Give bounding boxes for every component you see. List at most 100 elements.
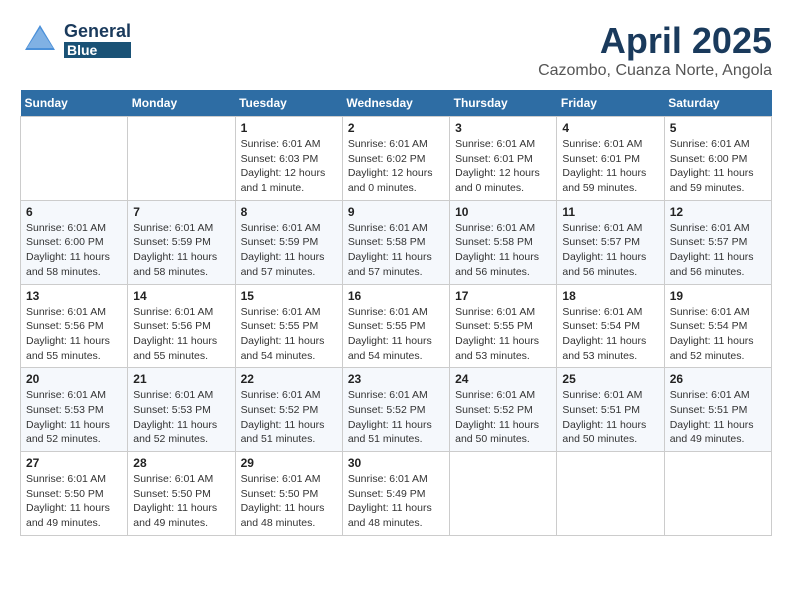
day-number: 7 bbox=[133, 205, 229, 219]
calendar-day-header: Friday bbox=[557, 90, 664, 117]
calendar-day-cell: 13 Sunrise: 6:01 AM Sunset: 5:56 PM Dayli… bbox=[21, 284, 128, 368]
day-number: 30 bbox=[348, 456, 444, 470]
day-detail: Sunrise: 6:01 AM Sunset: 5:49 PM Dayligh… bbox=[348, 472, 444, 531]
day-number: 29 bbox=[241, 456, 337, 470]
day-detail: Sunrise: 6:01 AM Sunset: 5:57 PM Dayligh… bbox=[670, 221, 766, 280]
day-detail: Sunrise: 6:01 AM Sunset: 5:56 PM Dayligh… bbox=[133, 305, 229, 364]
day-number: 13 bbox=[26, 289, 122, 303]
day-number: 24 bbox=[455, 372, 551, 386]
calendar-body: 1 Sunrise: 6:01 AM Sunset: 6:03 PM Daylig… bbox=[21, 117, 772, 536]
day-number: 1 bbox=[241, 121, 337, 135]
day-detail: Sunrise: 6:01 AM Sunset: 5:52 PM Dayligh… bbox=[241, 388, 337, 447]
calendar-day-cell: 16 Sunrise: 6:01 AM Sunset: 5:55 PM Dayli… bbox=[342, 284, 449, 368]
day-number: 4 bbox=[562, 121, 658, 135]
calendar-day-cell: 19Sunrise: 6:01 AM Sunset: 5:54 PM Dayli… bbox=[664, 284, 771, 368]
calendar-day-header: Tuesday bbox=[235, 90, 342, 117]
calendar-day-cell: 30 Sunrise: 6:01 AM Sunset: 5:49 PM Dayli… bbox=[342, 452, 449, 536]
logo-icon bbox=[20, 20, 60, 60]
day-number: 22 bbox=[241, 372, 337, 386]
day-detail: Sunrise: 6:01 AM Sunset: 5:58 PM Dayligh… bbox=[455, 221, 551, 280]
day-number: 16 bbox=[348, 289, 444, 303]
day-number: 15 bbox=[241, 289, 337, 303]
day-number: 12 bbox=[670, 205, 766, 219]
calendar-day-cell: 11 Sunrise: 6:01 AM Sunset: 5:57 PM Dayli… bbox=[557, 200, 664, 284]
day-detail: Sunrise: 6:01 AM Sunset: 5:50 PM Dayligh… bbox=[241, 472, 337, 531]
page-header: General Blue April 2025 Cazombo, Cuanza … bbox=[20, 20, 772, 80]
calendar-day-cell: 12 Sunrise: 6:01 AM Sunset: 5:57 PM Dayli… bbox=[664, 200, 771, 284]
day-detail: Sunrise: 6:01 AM Sunset: 5:59 PM Dayligh… bbox=[133, 221, 229, 280]
calendar-week-row: 1 Sunrise: 6:01 AM Sunset: 6:03 PM Daylig… bbox=[21, 117, 772, 201]
calendar-day-cell: 24 Sunrise: 6:01 AM Sunset: 5:52 PM Dayli… bbox=[450, 368, 557, 452]
calendar-day-header: Thursday bbox=[450, 90, 557, 117]
day-number: 5 bbox=[670, 121, 766, 135]
month-title: April 2025 bbox=[538, 20, 772, 62]
day-number: 28 bbox=[133, 456, 229, 470]
calendar-day-cell: 6Sunrise: 6:01 AM Sunset: 6:00 PM Daylig… bbox=[21, 200, 128, 284]
location-title: Cazombo, Cuanza Norte, Angola bbox=[538, 62, 772, 80]
calendar-day-cell: 1 Sunrise: 6:01 AM Sunset: 6:03 PM Daylig… bbox=[235, 117, 342, 201]
day-detail: Sunrise: 6:01 AM Sunset: 5:56 PM Dayligh… bbox=[26, 305, 122, 364]
day-number: 14 bbox=[133, 289, 229, 303]
day-detail: Sunrise: 6:01 AM Sunset: 5:55 PM Dayligh… bbox=[241, 305, 337, 364]
day-detail: Sunrise: 6:01 AM Sunset: 5:51 PM Dayligh… bbox=[562, 388, 658, 447]
calendar-day-cell: 18 Sunrise: 6:01 AM Sunset: 5:54 PM Dayli… bbox=[557, 284, 664, 368]
calendar-day-cell: 22 Sunrise: 6:01 AM Sunset: 5:52 PM Dayli… bbox=[235, 368, 342, 452]
day-detail: Sunrise: 6:01 AM Sunset: 5:52 PM Dayligh… bbox=[455, 388, 551, 447]
calendar-day-cell: 8 Sunrise: 6:01 AM Sunset: 5:59 PM Daylig… bbox=[235, 200, 342, 284]
logo: General Blue bbox=[20, 20, 131, 60]
day-number: 21 bbox=[133, 372, 229, 386]
calendar-day-cell: 9Sunrise: 6:01 AM Sunset: 5:58 PM Daylig… bbox=[342, 200, 449, 284]
calendar-day-cell: 14 Sunrise: 6:01 AM Sunset: 5:56 PM Dayli… bbox=[128, 284, 235, 368]
day-detail: Sunrise: 6:01 AM Sunset: 5:53 PM Dayligh… bbox=[133, 388, 229, 447]
day-detail: Sunrise: 6:01 AM Sunset: 5:59 PM Dayligh… bbox=[241, 221, 337, 280]
calendar-week-row: 20 Sunrise: 6:01 AM Sunset: 5:53 PM Dayli… bbox=[21, 368, 772, 452]
day-detail: Sunrise: 6:01 AM Sunset: 5:54 PM Dayligh… bbox=[670, 305, 766, 364]
day-detail: Sunrise: 6:01 AM Sunset: 5:54 PM Dayligh… bbox=[562, 305, 658, 364]
calendar-week-row: 6Sunrise: 6:01 AM Sunset: 6:00 PM Daylig… bbox=[21, 200, 772, 284]
day-number: 10 bbox=[455, 205, 551, 219]
calendar-day-cell: 21 Sunrise: 6:01 AM Sunset: 5:53 PM Dayli… bbox=[128, 368, 235, 452]
logo-general: General bbox=[64, 22, 131, 42]
logo-text: General Blue bbox=[64, 22, 131, 58]
calendar-day-cell: 15 Sunrise: 6:01 AM Sunset: 5:55 PM Dayli… bbox=[235, 284, 342, 368]
calendar-day-cell bbox=[128, 117, 235, 201]
calendar-day-header: Sunday bbox=[21, 90, 128, 117]
day-detail: Sunrise: 6:01 AM Sunset: 5:50 PM Dayligh… bbox=[133, 472, 229, 531]
day-detail: Sunrise: 6:01 AM Sunset: 5:55 PM Dayligh… bbox=[455, 305, 551, 364]
day-detail: Sunrise: 6:01 AM Sunset: 5:55 PM Dayligh… bbox=[348, 305, 444, 364]
day-number: 20 bbox=[26, 372, 122, 386]
day-detail: Sunrise: 6:01 AM Sunset: 5:57 PM Dayligh… bbox=[562, 221, 658, 280]
day-number: 8 bbox=[241, 205, 337, 219]
calendar-week-row: 27 Sunrise: 6:01 AM Sunset: 5:50 PM Dayli… bbox=[21, 452, 772, 536]
calendar-day-cell bbox=[21, 117, 128, 201]
calendar-day-cell: 7 Sunrise: 6:01 AM Sunset: 5:59 PM Daylig… bbox=[128, 200, 235, 284]
day-detail: Sunrise: 6:01 AM Sunset: 5:52 PM Dayligh… bbox=[348, 388, 444, 447]
calendar-day-cell: 17Sunrise: 6:01 AM Sunset: 5:55 PM Dayli… bbox=[450, 284, 557, 368]
day-detail: Sunrise: 6:01 AM Sunset: 6:02 PM Dayligh… bbox=[348, 137, 444, 196]
day-number: 26 bbox=[670, 372, 766, 386]
day-detail: Sunrise: 6:01 AM Sunset: 6:03 PM Dayligh… bbox=[241, 137, 337, 196]
day-number: 3 bbox=[455, 121, 551, 135]
day-number: 6 bbox=[26, 205, 122, 219]
calendar-day-header: Wednesday bbox=[342, 90, 449, 117]
day-number: 27 bbox=[26, 456, 122, 470]
calendar-day-cell: 10 Sunrise: 6:01 AM Sunset: 5:58 PM Dayli… bbox=[450, 200, 557, 284]
calendar-day-cell: 25Sunrise: 6:01 AM Sunset: 5:51 PM Dayli… bbox=[557, 368, 664, 452]
calendar-day-cell: 23Sunrise: 6:01 AM Sunset: 5:52 PM Dayli… bbox=[342, 368, 449, 452]
calendar-day-cell bbox=[450, 452, 557, 536]
day-detail: Sunrise: 6:01 AM Sunset: 6:01 PM Dayligh… bbox=[562, 137, 658, 196]
calendar-day-cell: 28 Sunrise: 6:01 AM Sunset: 5:50 PM Dayli… bbox=[128, 452, 235, 536]
logo-blue: Blue bbox=[64, 42, 131, 58]
day-detail: Sunrise: 6:01 AM Sunset: 6:00 PM Dayligh… bbox=[670, 137, 766, 196]
calendar-day-cell: 26 Sunrise: 6:01 AM Sunset: 5:51 PM Dayli… bbox=[664, 368, 771, 452]
day-detail: Sunrise: 6:01 AM Sunset: 5:51 PM Dayligh… bbox=[670, 388, 766, 447]
day-number: 18 bbox=[562, 289, 658, 303]
calendar-day-cell: 27Sunrise: 6:01 AM Sunset: 5:50 PM Dayli… bbox=[21, 452, 128, 536]
day-detail: Sunrise: 6:01 AM Sunset: 5:58 PM Dayligh… bbox=[348, 221, 444, 280]
title-section: April 2025 Cazombo, Cuanza Norte, Angola bbox=[538, 20, 772, 80]
day-number: 11 bbox=[562, 205, 658, 219]
calendar-table: SundayMondayTuesdayWednesdayThursdayFrid… bbox=[20, 90, 772, 536]
calendar-day-cell: 20 Sunrise: 6:01 AM Sunset: 5:53 PM Dayli… bbox=[21, 368, 128, 452]
day-detail: Sunrise: 6:01 AM Sunset: 5:53 PM Dayligh… bbox=[26, 388, 122, 447]
calendar-header: SundayMondayTuesdayWednesdayThursdayFrid… bbox=[21, 90, 772, 117]
